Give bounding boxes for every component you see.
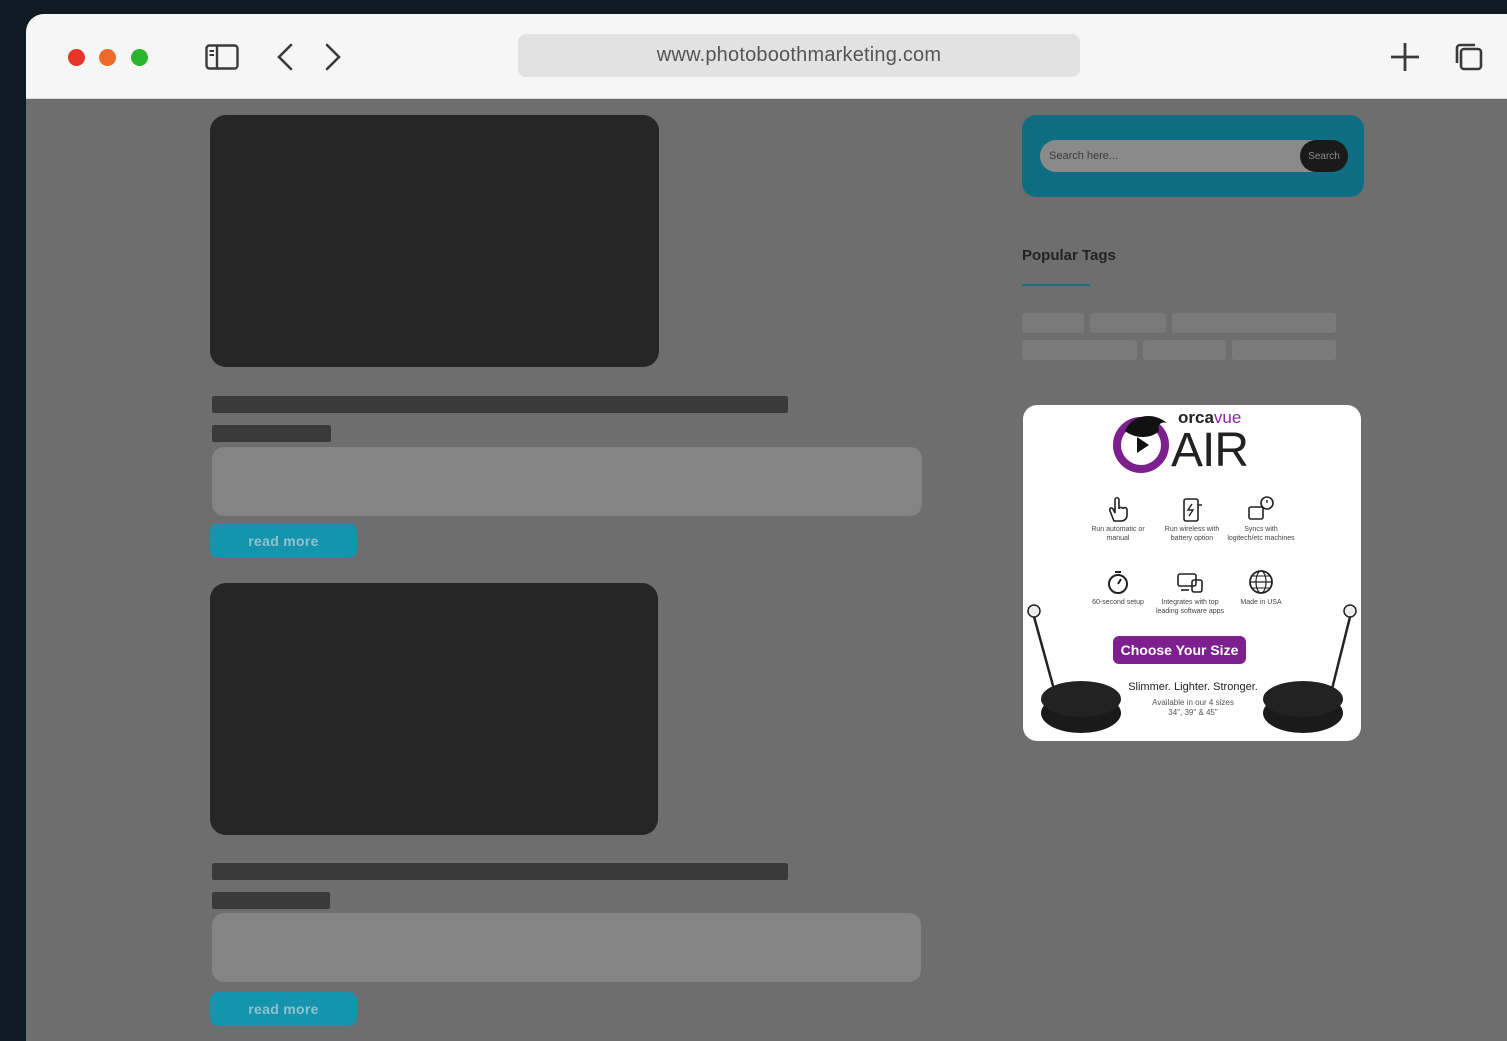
read-more-button[interactable]: read more bbox=[210, 523, 357, 558]
browser-window: www.photoboothmarketing.com read more re… bbox=[26, 14, 1507, 1041]
post-thumbnail[interactable] bbox=[210, 115, 659, 367]
maximize-window-button[interactable] bbox=[131, 49, 148, 66]
minimize-window-button[interactable] bbox=[99, 49, 116, 66]
sidebar-icon[interactable] bbox=[204, 42, 240, 72]
battery-icon bbox=[1183, 498, 1202, 522]
orca-logo-icon bbox=[1113, 416, 1169, 473]
browser-toolbar: www.photoboothmarketing.com bbox=[26, 14, 1507, 99]
post-meta-placeholder bbox=[212, 892, 330, 909]
post-thumbnail[interactable] bbox=[210, 583, 658, 835]
back-icon[interactable] bbox=[274, 42, 296, 72]
post-title-placeholder[interactable] bbox=[212, 863, 788, 880]
ad-product-name: AIR bbox=[1171, 424, 1249, 477]
touch-icon bbox=[1109, 496, 1128, 522]
search-input[interactable]: Search here... bbox=[1040, 140, 1340, 172]
photo-booth-right-image bbox=[1263, 604, 1357, 733]
popular-tags-heading: Popular Tags bbox=[1022, 247, 1116, 264]
tabs-overview-icon[interactable] bbox=[1452, 42, 1486, 72]
software-icon bbox=[1177, 573, 1203, 593]
tag-chip[interactable] bbox=[1022, 340, 1137, 360]
url-text: www.photoboothmarketing.com bbox=[656, 44, 942, 66]
stopwatch-icon bbox=[1108, 571, 1128, 594]
feature-wireless: Run wireless with battery option bbox=[1157, 495, 1227, 543]
tag-chip[interactable] bbox=[1232, 340, 1336, 360]
search-button[interactable]: Search bbox=[1300, 140, 1348, 172]
post-excerpt-placeholder bbox=[212, 913, 921, 982]
search-placeholder: Search here... bbox=[1049, 150, 1119, 162]
tag-chip[interactable] bbox=[1090, 313, 1166, 333]
close-window-button[interactable] bbox=[68, 49, 85, 66]
page-content: read more read more Search here... Searc… bbox=[26, 99, 1507, 1041]
search-widget: Search here... Search bbox=[1022, 115, 1364, 197]
tag-chip[interactable] bbox=[1022, 313, 1084, 333]
photo-booth-left-image bbox=[1027, 604, 1121, 733]
ad-sizes: Available in our 4 sizes 34", 39" & 45" bbox=[1152, 698, 1234, 717]
globe-icon bbox=[1249, 570, 1273, 594]
tag-chip[interactable] bbox=[1172, 313, 1336, 333]
orcavue-air-ad[interactable]: orcavue AIR Run automatic or manual Run … bbox=[1023, 405, 1361, 741]
feature-software: Integrates with top leading software app… bbox=[1155, 568, 1225, 616]
read-more-button[interactable]: read more bbox=[210, 992, 357, 1026]
post-meta-placeholder bbox=[212, 425, 331, 442]
post-excerpt-placeholder bbox=[212, 447, 922, 516]
new-tab-icon[interactable] bbox=[1388, 42, 1422, 72]
post-title-placeholder[interactable] bbox=[212, 396, 788, 413]
feature-automatic: Run automatic or manual bbox=[1083, 495, 1153, 543]
address-bar[interactable]: www.photoboothmarketing.com bbox=[518, 34, 1080, 77]
heading-underline bbox=[1022, 284, 1090, 286]
sync-icon bbox=[1248, 496, 1274, 520]
tag-chip[interactable] bbox=[1143, 340, 1226, 360]
forward-icon[interactable] bbox=[322, 42, 344, 72]
feature-sync: Syncs with logitech/etc machines bbox=[1226, 495, 1296, 543]
